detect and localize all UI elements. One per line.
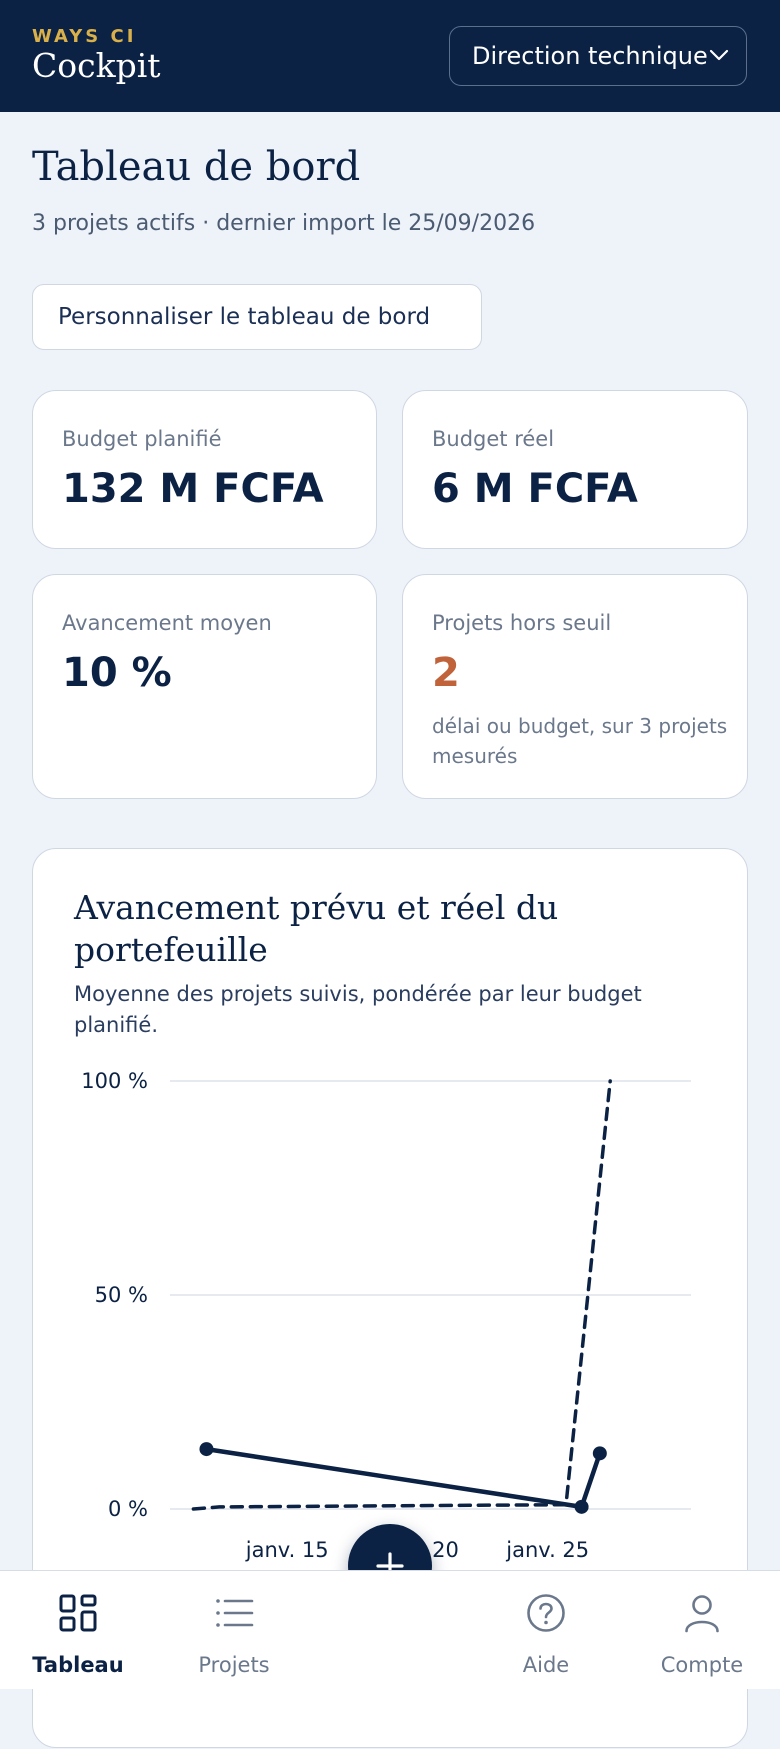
nav-item-projets[interactable]: Projets bbox=[169, 1571, 299, 1689]
actual-progress-point bbox=[199, 1442, 214, 1457]
kpi-value: 2 bbox=[432, 650, 460, 696]
kpi-value: 10 % bbox=[62, 650, 172, 696]
actual-progress-point bbox=[592, 1446, 607, 1461]
y-tick-label: 0 % bbox=[108, 1497, 148, 1521]
kpi-note: délai ou budget, sur 3 projets mesurés bbox=[432, 714, 728, 768]
nav-label: Compte bbox=[660, 1653, 744, 1677]
bottom-nav: Tableau Projets Aide Compte bbox=[0, 1570, 780, 1689]
kpi-value: 6 M FCFA bbox=[432, 466, 638, 512]
page-subtitle: 3 projets actifs · dernier import le 25/… bbox=[32, 211, 536, 236]
dashboard-grid-icon bbox=[59, 1594, 97, 1632]
nav-label: Tableau bbox=[32, 1653, 124, 1677]
nav-item-tableau[interactable]: Tableau bbox=[13, 1571, 143, 1689]
nav-label: Aide bbox=[522, 1653, 570, 1677]
list-icon bbox=[216, 1599, 254, 1627]
kpi-card-projects-over-threshold: Projets hors seuil 2 délai ou budget, su… bbox=[402, 574, 748, 799]
x-tick-label: janv. 25 bbox=[505, 1538, 589, 1562]
y-tick-label: 50 % bbox=[95, 1283, 148, 1307]
kpi-label: Budget réel bbox=[432, 427, 555, 451]
nav-item-compte[interactable]: Compte bbox=[637, 1571, 767, 1689]
kpi-label: Avancement moyen bbox=[62, 611, 272, 635]
user-icon bbox=[685, 1595, 719, 1633]
x-tick-label: janv. 15 bbox=[245, 1538, 329, 1562]
kpi-label: Projets hors seuil bbox=[432, 611, 612, 635]
customize-dashboard-button[interactable]: Personnaliser le tableau de bord bbox=[32, 284, 482, 350]
top-bar: WAYS CI Cockpit Direction technique bbox=[0, 0, 780, 112]
kpi-value: 132 M FCFA bbox=[62, 466, 324, 512]
help-circle-icon bbox=[527, 1594, 565, 1632]
scope-select[interactable]: Direction technique bbox=[449, 26, 747, 86]
actual-progress-point bbox=[574, 1499, 589, 1514]
kpi-label: Budget planifié bbox=[62, 427, 222, 451]
kpi-card-budget-planned: Budget planifié 132 M FCFA bbox=[32, 390, 377, 549]
chevron-down-icon bbox=[709, 49, 729, 61]
actual-progress-line bbox=[204, 1446, 603, 1510]
kpi-card-budget-actual: Budget réel 6 M FCFA bbox=[402, 390, 748, 549]
brand-name: Cockpit bbox=[32, 46, 161, 85]
page-title: Tableau de bord bbox=[32, 144, 361, 190]
nav-label: Projets bbox=[198, 1653, 270, 1677]
brand-org: WAYS CI bbox=[32, 26, 137, 47]
nav-item-aide[interactable]: Aide bbox=[481, 1571, 611, 1689]
scope-select-value: Direction technique bbox=[472, 42, 708, 70]
y-tick-label: 100 % bbox=[81, 1069, 148, 1093]
kpi-card-average-progress: Avancement moyen 10 % bbox=[32, 574, 377, 799]
